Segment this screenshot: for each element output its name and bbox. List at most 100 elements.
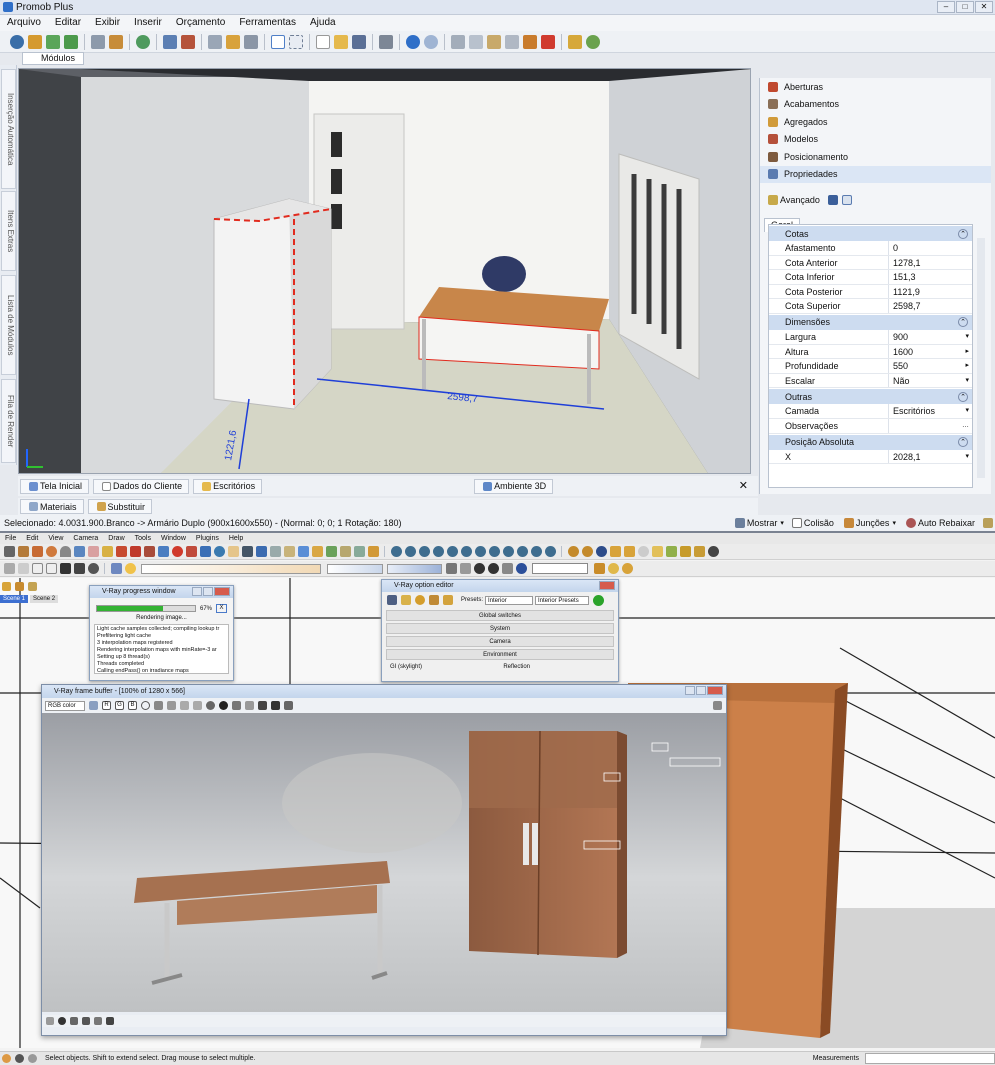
house-icon[interactable] xyxy=(31,563,43,574)
su-menu-6[interactable]: Window xyxy=(161,533,186,544)
apply-preset-icon[interactable] xyxy=(593,594,605,606)
value-button[interactable]: … xyxy=(962,419,972,433)
redo-icon[interactable] xyxy=(424,34,438,49)
fb-lens-icon[interactable] xyxy=(58,1017,66,1025)
bulb-off-icon[interactable] xyxy=(621,563,633,574)
fb-maximize-button[interactable] xyxy=(696,686,706,695)
pin-icon[interactable] xyxy=(713,701,722,710)
panel-item-4[interactable]: Posicionamento xyxy=(760,148,991,166)
hammer-icon[interactable] xyxy=(523,34,537,49)
property-value[interactable]: Não ▾ xyxy=(889,374,972,388)
rectangle-icon[interactable] xyxy=(31,546,43,557)
clear-image-icon[interactable] xyxy=(180,701,189,710)
shaded-icon[interactable] xyxy=(516,546,528,557)
section-header[interactable]: Posição Absoluta ⌃ xyxy=(769,434,972,450)
copy-icon[interactable] xyxy=(469,34,483,49)
red-channel-icon[interactable]: R xyxy=(102,701,111,710)
measurements-field[interactable] xyxy=(865,1053,995,1064)
menu-5[interactable]: Ferramentas xyxy=(239,15,296,31)
fb-minimize-button[interactable] xyxy=(685,686,695,695)
auto-lower-toggle[interactable]: Auto Rebaixar xyxy=(918,518,975,528)
3d-warehouse-icon[interactable] xyxy=(283,546,295,557)
layer-select[interactable] xyxy=(532,563,588,574)
menu-1[interactable]: Editar xyxy=(55,15,81,31)
fb-lut-icon[interactable] xyxy=(106,1017,114,1025)
vray-material-icon[interactable] xyxy=(609,546,621,557)
panel-item-1[interactable]: Acabamentos xyxy=(760,96,991,114)
top-view-icon[interactable] xyxy=(404,546,416,557)
value-button[interactable]: ▸ xyxy=(965,345,972,359)
fb-close-button[interactable] xyxy=(707,686,723,695)
tab-auto-insert[interactable]: Inserção Automática xyxy=(1,69,16,189)
green-channel-icon[interactable]: G xyxy=(115,701,124,710)
grid-icon[interactable] xyxy=(208,34,222,49)
tab-project[interactable]: Escritórios xyxy=(193,478,263,494)
su-menu-4[interactable]: Draw xyxy=(108,533,124,544)
option-section-button[interactable]: Environment xyxy=(386,649,614,660)
section-cut-icon[interactable] xyxy=(459,563,471,574)
vray-dome-icon[interactable] xyxy=(693,546,705,557)
advanced-button[interactable]: Avançado xyxy=(780,195,820,205)
collapse-icon[interactable]: ⌃ xyxy=(958,391,968,402)
close-icon[interactable]: ✕ xyxy=(739,479,748,492)
vray-options-icon[interactable] xyxy=(581,546,593,557)
vray-fb-icon[interactable] xyxy=(595,546,607,557)
shadow-icon[interactable] xyxy=(3,563,15,574)
cut-icon[interactable] xyxy=(451,34,465,49)
progress-minimize-button[interactable] xyxy=(192,587,202,596)
grid-view-icon[interactable] xyxy=(841,195,852,205)
options-close-button[interactable] xyxy=(599,581,615,590)
bricks-icon[interactable] xyxy=(226,34,240,49)
iso-view-icon[interactable] xyxy=(390,546,402,557)
su-menu-0[interactable]: File xyxy=(5,533,16,544)
property-value[interactable]: 550 ▸ xyxy=(889,359,972,373)
select-box-icon[interactable] xyxy=(289,34,303,49)
dropdown-caret-icon[interactable]: ▾ xyxy=(965,330,972,344)
collision-toggle[interactable]: Colisão xyxy=(804,518,834,528)
region-icon[interactable] xyxy=(206,701,215,710)
property-scrollbar[interactable] xyxy=(977,238,985,478)
tab-render-queue[interactable]: Fila de Render xyxy=(1,379,16,463)
vray-rect-light-icon[interactable] xyxy=(651,546,663,557)
property-value[interactable]: 2028,1 ▾ xyxy=(889,450,972,464)
ruby-icon[interactable] xyxy=(339,546,351,557)
progress-maximize-button[interactable] xyxy=(203,587,213,596)
zoom-extents-icon[interactable] xyxy=(255,546,267,557)
shadow-time-slider[interactable] xyxy=(141,563,321,574)
vray-proxy-icon[interactable] xyxy=(707,546,719,557)
vray-light-icon[interactable] xyxy=(623,546,635,557)
preset-select[interactable]: Interior xyxy=(485,595,534,605)
property-value[interactable]: 1121,9 xyxy=(889,285,972,299)
polygon-icon[interactable] xyxy=(73,546,85,557)
view-icon[interactable] xyxy=(91,34,105,49)
track-mouse-icon[interactable] xyxy=(219,701,228,710)
position-camera-icon[interactable] xyxy=(87,563,99,574)
move-icon[interactable] xyxy=(64,34,78,49)
show-dropdown[interactable]: Mostrar xyxy=(747,518,778,528)
preset-category-select[interactable]: Interior Presets xyxy=(535,595,590,605)
module-icon[interactable] xyxy=(28,34,42,49)
su-menu-7[interactable]: Plugins xyxy=(196,533,219,544)
open-folder-icon[interactable] xyxy=(334,34,348,49)
tab-extra-items[interactable]: Itens Extras xyxy=(1,191,16,271)
pencil-icon[interactable] xyxy=(17,546,29,557)
tab-home[interactable]: Tela Inicial xyxy=(20,478,90,494)
compare-icon[interactable] xyxy=(232,701,241,710)
maximize-button[interactable]: □ xyxy=(956,1,974,13)
duplicate-icon[interactable] xyxy=(193,701,202,710)
progress-cancel-button[interactable]: X xyxy=(216,604,227,613)
fb-settings-icon[interactable] xyxy=(46,1017,54,1025)
undo-arrow-icon[interactable] xyxy=(473,563,485,574)
hidden-line-icon[interactable] xyxy=(502,546,514,557)
property-value[interactable]: 2598,7 xyxy=(889,299,972,313)
dropdown-caret-icon[interactable]: ▾ xyxy=(965,404,972,418)
vray-render-icon[interactable] xyxy=(567,546,579,557)
stop-render-icon[interactable] xyxy=(271,701,280,710)
vray-sphere-icon[interactable] xyxy=(637,546,649,557)
left-view-icon[interactable] xyxy=(460,546,472,557)
house-2-icon[interactable] xyxy=(45,563,57,574)
3d-viewport[interactable]: 2598,7 1221,6 xyxy=(18,68,751,474)
blue-channel-icon[interactable]: B xyxy=(128,701,137,710)
save-icon[interactable] xyxy=(352,34,366,49)
list-view-icon[interactable] xyxy=(827,195,838,205)
